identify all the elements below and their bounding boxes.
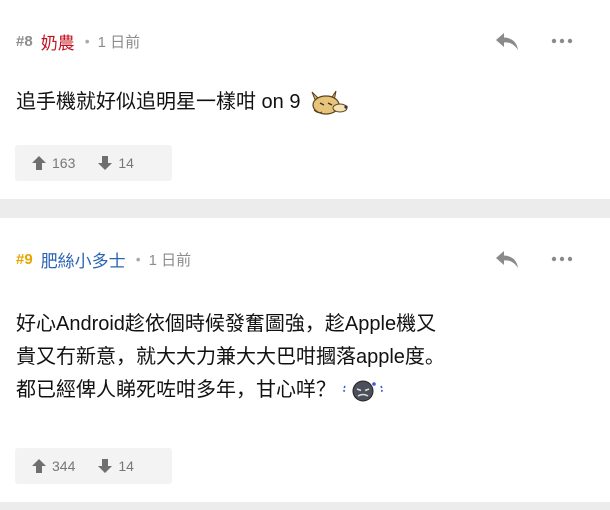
upvote-count: 344: [52, 458, 76, 474]
more-icon[interactable]: [550, 255, 574, 263]
post-body-line-last: 都已經俾人睇死咗咁多年，甘心咩？: [16, 374, 580, 407]
post-body-line: 好心Android趁依個時候發奮圖強，趁Apple機又: [16, 313, 437, 335]
separator-dot: •: [84, 33, 90, 49]
post-number: #8: [16, 32, 33, 50]
sad-sweat-emoji: [342, 380, 383, 402]
post-body-text: 追手機就好似追明星一樣咁 on 9: [16, 91, 301, 113]
downvote-button[interactable]: 14: [97, 458, 134, 474]
vote-bar: 344 14: [15, 448, 172, 484]
post-actions: [494, 28, 574, 54]
thumb-down-arrow-icon: [98, 459, 113, 473]
comment-post: #9 肥絲小多士 • 1 日前 好心Android趁依個時候發奮圖強，趁Appl…: [0, 218, 610, 502]
downvote-count: 14: [118, 155, 134, 171]
post-header: #9 肥絲小多士 • 1 日前: [16, 246, 191, 272]
post-header: #8 奶農 • 1 日前: [16, 28, 140, 54]
thumb-up-arrow-icon: [32, 459, 46, 473]
post-number: #9: [16, 250, 33, 268]
separator-dot: •: [135, 251, 141, 267]
comment-post: #8 奶農 • 1 日前 追手機就好似追明星一樣咁 on 9 163 14: [0, 0, 610, 199]
post-body: 好心Android趁依個時候發奮圖強，趁Apple機又 貴又冇新意，就大大力兼大…: [16, 308, 580, 407]
post-time: 1 日前: [97, 33, 141, 51]
post-body: 追手機就好似追明星一樣咁 on 9: [16, 86, 580, 119]
post-time: 1 日前: [148, 251, 192, 269]
upvote-button[interactable]: 163: [31, 155, 75, 171]
upvote-button[interactable]: 344: [31, 458, 75, 474]
upvote-count: 163: [52, 155, 76, 171]
thumb-up-arrow-icon: [32, 156, 46, 170]
post-actions: [494, 246, 574, 272]
thumb-down-arrow-icon: [98, 156, 113, 170]
post-body-line: 貴又冇新意，就大大力兼大大巴咁摑落apple度。: [16, 346, 445, 368]
post-username[interactable]: 奶農: [41, 29, 75, 54]
post-username[interactable]: 肥絲小多士: [41, 247, 126, 272]
reply-icon[interactable]: [494, 30, 520, 52]
more-icon[interactable]: [550, 37, 574, 45]
reply-icon[interactable]: [494, 248, 520, 270]
downvote-count: 14: [118, 458, 134, 474]
fox-emoji: [311, 90, 348, 115]
downvote-button[interactable]: 14: [97, 155, 134, 171]
post-body-line: 都已經俾人睇死咗咁多年，甘心咩？: [16, 379, 336, 401]
vote-bar: 163 14: [15, 145, 172, 181]
